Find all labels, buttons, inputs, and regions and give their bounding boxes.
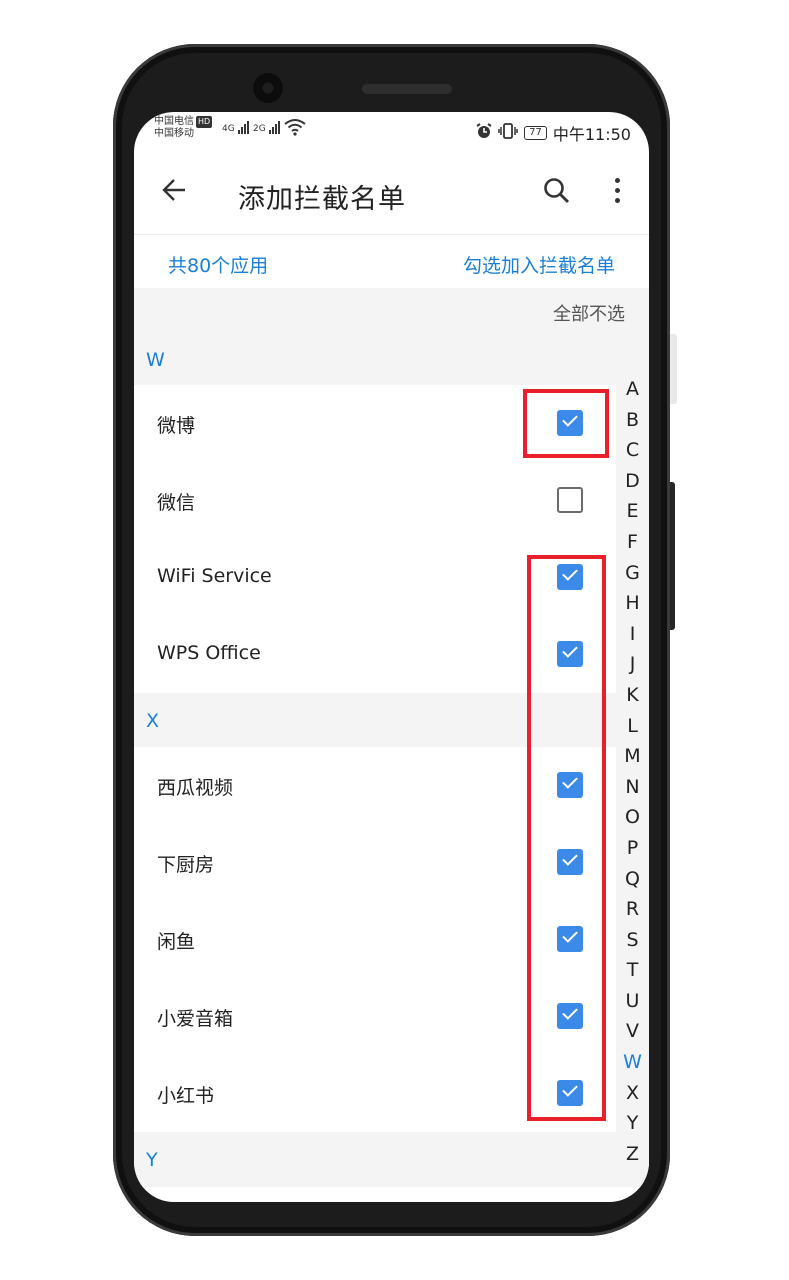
section-letter: Y — [146, 1149, 158, 1171]
index-letter-d[interactable]: D — [616, 466, 649, 497]
carrier-1: 中国电信 — [154, 116, 194, 127]
index-letter-n[interactable]: N — [616, 772, 649, 803]
index-letter-j[interactable]: J — [616, 649, 649, 680]
wifi-icon — [284, 118, 306, 139]
signal-1-icon: 4G — [222, 121, 250, 134]
carrier-info: 中国电信 HD 中国移动 — [154, 116, 213, 140]
index-letter-a[interactable]: A — [616, 374, 649, 405]
unselect-all-row: 全部不选 — [134, 288, 649, 333]
status-bar: 中国电信 HD 中国移动 4G 2G 77 中午11:50 — [134, 112, 649, 152]
app-name: WPS Office — [157, 642, 261, 664]
search-icon[interactable] — [542, 176, 572, 206]
index-letter-b[interactable]: B — [616, 405, 649, 436]
app-name: WiFi Service — [157, 565, 272, 587]
carrier-2: 中国移动 — [154, 128, 194, 139]
index-letter-z[interactable]: Z — [616, 1139, 649, 1170]
app-name: 微博 — [157, 415, 196, 437]
arrow-left-icon[interactable] — [160, 176, 188, 211]
signal-2-icon: 2G — [253, 121, 281, 134]
section-letter: X — [146, 710, 160, 732]
index-letter-e[interactable]: E — [616, 496, 649, 527]
index-letter-s[interactable]: S — [616, 925, 649, 956]
app-bar: 添加拦截名单 — [134, 152, 649, 234]
battery-indicator: 77 — [524, 126, 547, 140]
app-name: 微信 — [157, 492, 196, 514]
highlight-box-main — [527, 555, 606, 1121]
index-letter-t[interactable]: T — [616, 955, 649, 986]
hd-badge: HD — [196, 116, 213, 128]
alphabet-index[interactable]: ABCDEFGHIJKLMNOPQRSTUVWXYZ — [616, 374, 649, 1166]
app-name: 小爱音箱 — [157, 1008, 234, 1030]
info-row: 共80个应用 勾选加入拦截名单 — [134, 235, 649, 288]
section-header-y: Y — [134, 1132, 649, 1187]
index-letter-k[interactable]: K — [616, 680, 649, 711]
status-right: 77 中午11:50 — [476, 121, 631, 145]
index-letter-x[interactable]: X — [616, 1078, 649, 1109]
index-letter-o[interactable]: O — [616, 802, 649, 833]
index-letter-f[interactable]: F — [616, 527, 649, 558]
app-name: 西瓜视频 — [157, 777, 234, 799]
app-name: 下厨房 — [157, 854, 215, 876]
checkbox-unchecked[interactable] — [557, 487, 583, 513]
vibrate-icon — [498, 123, 518, 143]
clock: 中午11:50 — [552, 125, 631, 144]
index-letter-l[interactable]: L — [616, 711, 649, 742]
index-letter-h[interactable]: H — [616, 588, 649, 619]
section-letter: W — [146, 349, 165, 371]
highlight-box-top — [523, 389, 609, 458]
earpiece-speaker — [362, 84, 452, 94]
more-vert-icon[interactable] — [610, 178, 624, 206]
add-to-blocklist-hint: 勾选加入拦截名单 — [462, 255, 615, 277]
index-letter-y[interactable]: Y — [616, 1108, 649, 1139]
index-letter-i[interactable]: I — [616, 619, 649, 650]
index-letter-u[interactable]: U — [616, 986, 649, 1017]
app-name: 小红书 — [157, 1085, 215, 1107]
alarm-icon — [476, 123, 492, 143]
unselect-all-button[interactable]: 全部不选 — [553, 300, 625, 326]
network-type-1: 4G — [222, 124, 235, 134]
front-camera — [253, 73, 283, 103]
index-letter-g[interactable]: G — [616, 558, 649, 589]
app-count: 共80个应用 — [168, 255, 269, 277]
section-header-w: W — [134, 333, 649, 385]
list-item[interactable]: 微信 — [134, 462, 616, 539]
index-letter-q[interactable]: Q — [616, 864, 649, 895]
index-letter-w[interactable]: W — [616, 1047, 649, 1078]
index-letter-c[interactable]: C — [616, 435, 649, 466]
app-name: 闲鱼 — [157, 931, 196, 953]
network-type-2: 2G — [253, 124, 266, 134]
index-letter-m[interactable]: M — [616, 741, 649, 772]
page-title: 添加拦截名单 — [238, 184, 406, 215]
index-letter-v[interactable]: V — [616, 1016, 649, 1047]
index-letter-r[interactable]: R — [616, 894, 649, 925]
index-letter-p[interactable]: P — [616, 833, 649, 864]
